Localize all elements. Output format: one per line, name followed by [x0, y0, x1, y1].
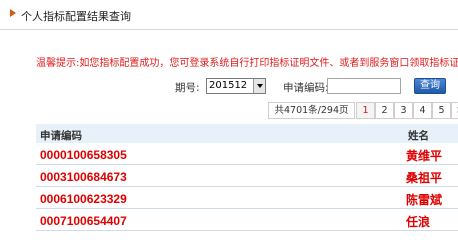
page-3-button[interactable]: 3 — [394, 102, 413, 119]
period-select[interactable]: 201512 — [206, 78, 266, 94]
table-row: 0003100684673 桑祖平 — [36, 166, 458, 187]
page-2-button[interactable]: 2 — [375, 102, 394, 119]
row-code: 0000100658305 — [40, 148, 127, 162]
table-header: 申请编码 姓名 — [36, 124, 458, 143]
pagination-total: 共4701条/294页 — [268, 102, 355, 119]
column-header-name: 姓名 — [408, 130, 429, 142]
table-row: 0007100654407 任浪 — [36, 210, 458, 231]
application-code-label: 申请编码: — [283, 82, 329, 94]
next-page-button[interactable]: > — [451, 102, 458, 119]
application-code-input[interactable] — [327, 78, 401, 94]
query-button[interactable]: 查询 — [414, 78, 446, 94]
table-row: 0000100658305 黄维平 — [36, 144, 458, 165]
column-header-code: 申请编码 — [40, 130, 82, 142]
page-title: 个人指标配置结果查询 — [21, 10, 131, 23]
row-name: 任浪 — [406, 215, 431, 229]
row-code: 0007100654407 — [40, 214, 127, 228]
row-name: 桑祖平 — [406, 171, 443, 185]
chevron-down-icon[interactable] — [253, 79, 265, 93]
page-4-button[interactable]: 4 — [413, 102, 432, 119]
page-1-button[interactable]: 1 — [356, 102, 375, 119]
row-name: 陈雷斌 — [406, 193, 443, 207]
row-code: 0006100623329 — [40, 192, 127, 206]
period-label: 期号: — [175, 82, 200, 94]
page-header: 个人指标配置结果查询 — [0, 0, 458, 30]
row-name: 黄维平 — [406, 149, 443, 163]
result-query-page: 个人指标配置结果查询 温馨提示:如您指标配置成功，您可登录系统自行打印指标证明文… — [0, 0, 458, 240]
period-select-value: 201512 — [209, 80, 248, 91]
table-row: 0006100623329 陈雷斌 — [36, 188, 458, 209]
notice-text: 温馨提示:如您指标配置成功，您可登录系统自行打印指标证明文件、或者到服务窗口领取… — [36, 58, 458, 69]
page-5-button[interactable]: 5 — [432, 102, 451, 119]
header-divider — [0, 29, 458, 30]
arrow-right-icon — [10, 9, 16, 17]
row-code: 0003100684673 — [40, 170, 127, 184]
